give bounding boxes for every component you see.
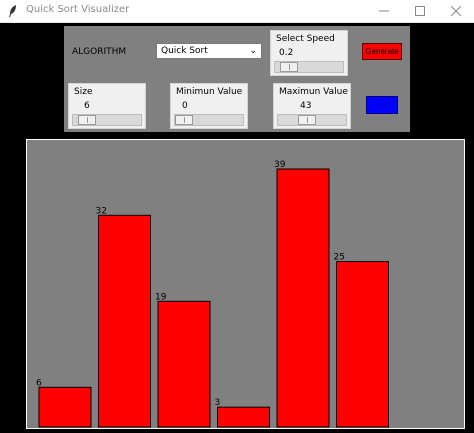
bar-canvas: 6 32 19 3 39 25 xyxy=(26,139,465,429)
max-value-scale-title: Maximun Value xyxy=(279,87,348,97)
max-value-scale-value: 43 xyxy=(300,101,312,111)
speed-scale: Select Speed 0.2 xyxy=(270,30,348,76)
feather-icon xyxy=(9,5,16,17)
min-value-scale-title: Minimun Value xyxy=(176,87,243,97)
chevron-down-icon: ⌄ xyxy=(249,46,257,56)
min-value-scale: Minimun Value 0 xyxy=(170,83,248,129)
size-slider-handle[interactable] xyxy=(78,115,96,125)
algorithm-label: ALGORITHM xyxy=(72,47,127,57)
size-trough[interactable] xyxy=(72,114,142,126)
control-panel: ALGORITHM Quick Sort ⌄ Select Speed 0.2 … xyxy=(64,26,410,132)
bar-1 xyxy=(98,214,151,428)
bar-chart: 6 32 19 3 39 25 xyxy=(36,160,389,428)
bar-0 xyxy=(38,386,92,428)
speed-trough[interactable] xyxy=(274,61,344,73)
max-value-slider-handle[interactable] xyxy=(298,115,316,125)
maximize-icon xyxy=(415,6,425,16)
close-icon xyxy=(451,6,461,16)
minimize-button[interactable] xyxy=(366,0,402,22)
min-value-scale-value: 0 xyxy=(182,101,188,111)
bar-5 xyxy=(336,261,389,428)
size-scale-title: Size xyxy=(74,87,93,97)
size-scale-value: 6 xyxy=(84,101,90,111)
bar-value-label-4: 39 xyxy=(274,160,286,170)
bar-4 xyxy=(276,168,330,428)
speed-scale-value: 0.2 xyxy=(279,48,294,58)
bar-3 xyxy=(217,406,270,428)
algorithm-dropdown[interactable]: Quick Sort ⌄ xyxy=(156,43,262,59)
bar-value-label-5: 25 xyxy=(334,253,345,263)
bar-value-label-1: 32 xyxy=(96,206,107,216)
minimize-icon xyxy=(379,10,389,12)
max-value-scale: Maximun Value 43 xyxy=(273,83,351,129)
close-button[interactable] xyxy=(438,0,474,22)
bar-value-label-0: 6 xyxy=(36,378,42,388)
speed-slider-handle[interactable] xyxy=(280,62,298,72)
size-scale: Size 6 xyxy=(68,83,146,129)
bar-2 xyxy=(157,300,211,428)
bar-value-label-2: 19 xyxy=(155,292,167,302)
start-button[interactable]: Start xyxy=(366,96,398,114)
min-value-trough[interactable] xyxy=(174,114,244,126)
window-title: Quick Sort Visualizer xyxy=(26,4,130,15)
maximize-button[interactable] xyxy=(402,0,438,22)
title-bar: Quick Sort Visualizer xyxy=(0,0,474,23)
speed-scale-title: Select Speed xyxy=(276,34,335,44)
min-value-slider-handle[interactable] xyxy=(175,115,193,125)
generate-button[interactable]: Generate xyxy=(362,43,402,60)
bar-value-label-3: 3 xyxy=(215,398,221,408)
algorithm-selected-value: Quick Sort xyxy=(161,46,208,56)
max-value-trough[interactable] xyxy=(277,114,347,126)
